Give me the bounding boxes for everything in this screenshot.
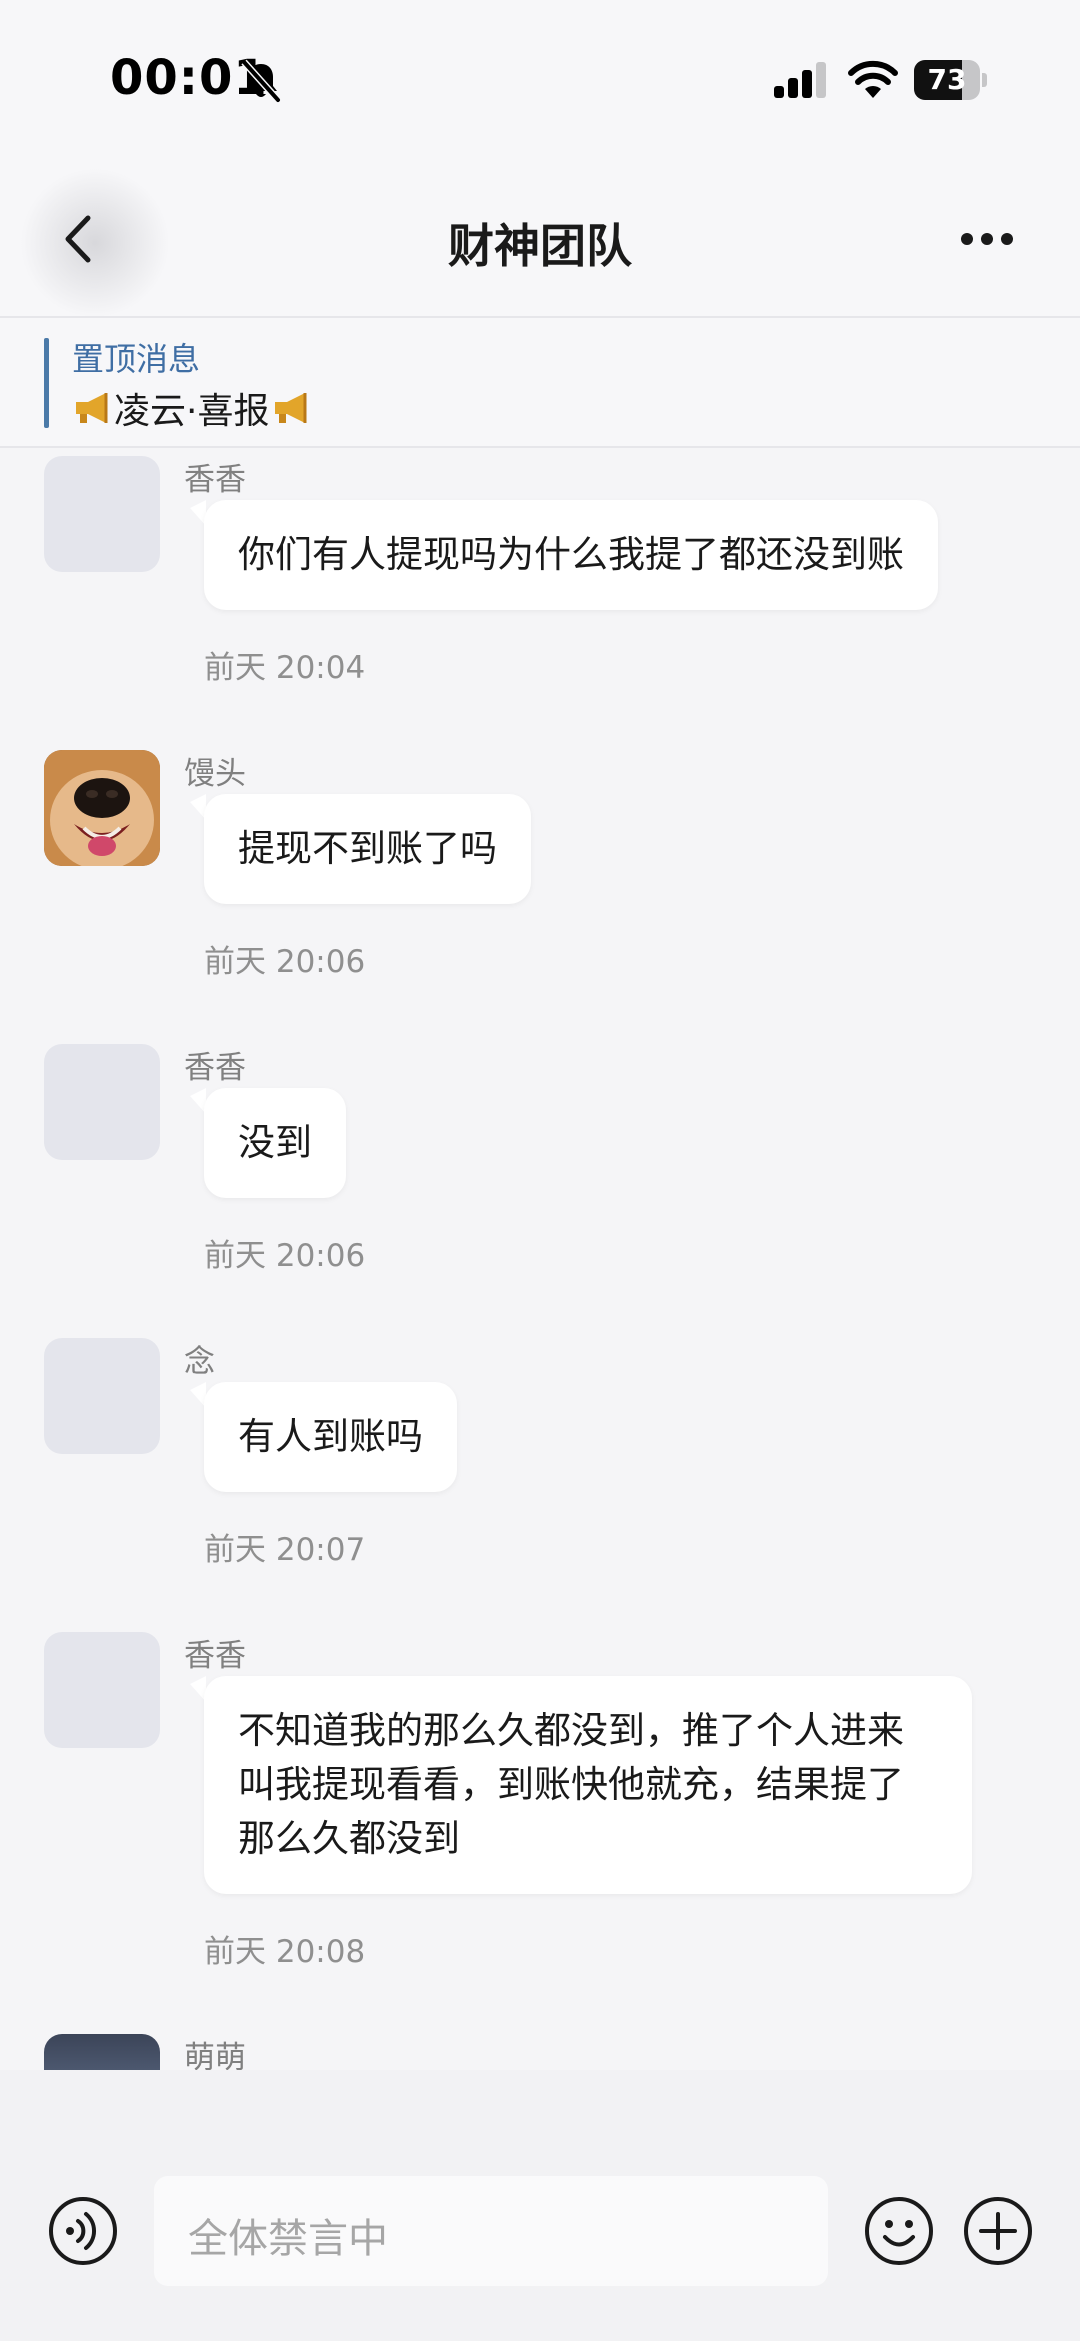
- message-bubble[interactable]: 提现不到账了吗: [204, 794, 531, 904]
- megaphone-icon: [275, 393, 307, 423]
- cellular-signal-icon: [774, 62, 826, 98]
- pinned-label: 置顶消息: [72, 340, 201, 378]
- megaphone-icon: [76, 393, 108, 423]
- message-input[interactable]: 全体禁言中: [154, 2176, 828, 2286]
- sender-name: 香香: [184, 1638, 246, 1674]
- sender-name: 香香: [184, 1050, 246, 1086]
- sender-name: 萌萌: [184, 2040, 246, 2070]
- message-time: 前天 20:04: [204, 650, 366, 686]
- avatar[interactable]: [44, 1632, 160, 1748]
- emoji-icon[interactable]: [864, 2196, 934, 2266]
- mute-bell-icon: [241, 59, 281, 103]
- avatar[interactable]: [44, 1044, 160, 1160]
- message-bubble[interactable]: 不知道我的那么久都没到，推了个人进来叫我提现看看，到账快他就充，结果提了那么久都…: [204, 1676, 972, 1894]
- chat-list[interactable]: 香香 你们有人提现吗为什么我提了都还没到账 前天 20:04 馒头 提现不到账了…: [0, 448, 1080, 2070]
- header: 财神团队: [0, 150, 1080, 318]
- dog-photo-icon: [44, 750, 160, 866]
- avatar-dog-photo[interactable]: [44, 750, 160, 866]
- avatar[interactable]: [44, 456, 160, 572]
- pinned-message[interactable]: 置顶消息 凌云·喜报: [0, 318, 1080, 448]
- wifi-icon: [848, 60, 898, 98]
- battery-icon: 73: [914, 60, 987, 100]
- message-bubble[interactable]: 没到: [204, 1088, 346, 1198]
- input-placeholder: 全体禁言中: [188, 2216, 388, 2262]
- input-bar: 全体禁言中: [0, 2070, 1080, 2341]
- avatar[interactable]: [44, 1338, 160, 1454]
- battery-level: 73: [927, 63, 967, 96]
- voice-icon[interactable]: [48, 2196, 118, 2266]
- message-time: 前天 20:06: [204, 944, 366, 980]
- message-bubble[interactable]: 你们有人提现吗为什么我提了都还没到账: [204, 500, 938, 610]
- message-time: 前天 20:07: [204, 1532, 366, 1568]
- page-title: 财神团队: [448, 219, 632, 273]
- status-bar: 00:01 73: [0, 0, 1080, 150]
- message-bubble[interactable]: 有人到账吗: [204, 1382, 457, 1492]
- pinned-accent-bar: [44, 338, 49, 428]
- more-dots-icon[interactable]: [958, 230, 1016, 248]
- message-time: 前天 20:08: [204, 1934, 366, 1970]
- pinned-content: 凌云·喜报: [72, 382, 311, 434]
- pinned-text: 凌云·喜报: [114, 391, 270, 432]
- sender-name: 香香: [184, 462, 246, 498]
- plus-icon[interactable]: [963, 2196, 1033, 2266]
- sender-name: 念: [184, 1344, 215, 1380]
- sender-name: 馒头: [184, 756, 246, 792]
- avatar-photo[interactable]: [44, 2034, 160, 2070]
- message-time: 前天 20:06: [204, 1238, 366, 1274]
